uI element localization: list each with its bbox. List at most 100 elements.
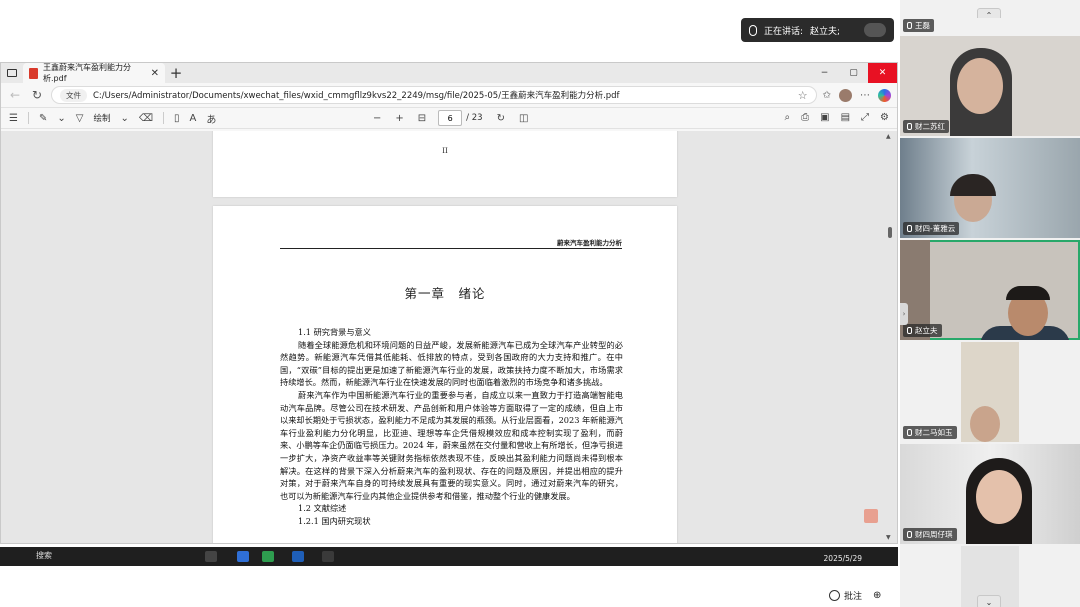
zoom-out-icon[interactable]: −: [373, 113, 381, 124]
screen: 正在讲话: 赵立夫; 王鑫蔚来汽车盈利能力分析.pdf ✕ + − ▢ ✕ ← …: [0, 0, 1080, 607]
close-window-button[interactable]: ✕: [868, 63, 897, 83]
address-bar[interactable]: 文件 C:/Users/Administrator/Documents/xwec…: [51, 86, 817, 104]
page-total: / 23: [466, 113, 483, 123]
pen-icon: [829, 590, 840, 601]
refresh-icon[interactable]: ↻: [29, 88, 45, 102]
profile-avatar[interactable]: [839, 88, 852, 102]
maximize-button[interactable]: ▢: [839, 63, 868, 83]
mic-icon: [907, 123, 912, 130]
save-icon[interactable]: ▣: [820, 112, 829, 123]
file-scheme-chip[interactable]: 文件: [60, 88, 87, 102]
chevron-down-icon[interactable]: ⌄: [57, 113, 65, 124]
tab-bar: 王鑫蔚来汽车盈利能力分析.pdf ✕ + − ▢ ✕: [1, 63, 897, 83]
fullscreen-icon[interactable]: ⤢: [861, 112, 869, 123]
mic-icon: [749, 24, 757, 36]
zoom-icon[interactable]: ⊕: [873, 590, 881, 601]
taskbar-app-icon[interactable]: [237, 551, 249, 562]
search-icon[interactable]: ⌕: [785, 112, 791, 123]
annotate-button[interactable]: 批注: [829, 589, 862, 602]
page-body: 1.1 研究背景与意义 随着全球能源危机和环境问题的日益严峻，发展新能源汽车已成…: [280, 326, 623, 528]
two-page-icon[interactable]: ◫: [519, 113, 528, 124]
page-navigator: − + ⊟ / 23 ↻ ◫: [373, 110, 528, 126]
taskbar-search[interactable]: 搜索: [36, 550, 52, 561]
window-controls: − ▢ ✕: [810, 63, 897, 83]
paragraph: 蔚来汽车作为中国新能源汽车行业的重要参与者，自成立以来一直致力于打造高端智能电动…: [280, 389, 623, 501]
divider: [27, 112, 29, 124]
scrollbar-thumb[interactable]: [888, 227, 892, 238]
new-tab-button[interactable]: +: [165, 64, 187, 82]
mic-icon: [907, 225, 912, 232]
collapse-panel-icon[interactable]: ›: [900, 303, 908, 325]
scroll-down-participants-button[interactable]: ⌄: [977, 595, 1001, 607]
taskbar-app-icon[interactable]: [292, 551, 304, 562]
minimize-button[interactable]: −: [810, 63, 839, 83]
settings-gear-icon[interactable]: ⚙: [880, 112, 889, 123]
divider: [163, 112, 164, 124]
speaking-label: 正在讲话:: [764, 26, 804, 37]
participant-tile[interactable]: 财二马如玉: [900, 342, 1080, 442]
save-as-icon[interactable]: ▤: [841, 112, 850, 123]
pdf-page-current: 蔚来汽车盈利能力分析 第一章 绪论 1.1 研究背景与意义 随着全球能源危机和环…: [213, 206, 677, 543]
eraser-icon[interactable]: ⌫: [139, 113, 153, 124]
participant-tile[interactable]: 财二苏红: [900, 36, 1080, 136]
page-number-roman: II: [442, 147, 448, 155]
taskbar-app-icon[interactable]: [262, 551, 274, 562]
pdf-toolbar: ☰ ✎ ⌄ ▽ 绘制 ⌄ ⌫ ▯ A あ − + ⊟ / 23 ↻ ◫ ⌕: [1, 107, 897, 129]
tab-pdf[interactable]: 王鑫蔚来汽车盈利能力分析.pdf ✕: [23, 63, 165, 83]
pdf-viewer[interactable]: II 蔚来汽车盈利能力分析 第一章 绪论 1.1 研究背景与意义 随着全球能源危…: [1, 131, 897, 543]
participant-hair: [1006, 286, 1050, 300]
participant-face: [957, 58, 1003, 114]
taskbar-date: 2025/5/29: [823, 554, 862, 563]
participant-name-label: 财二苏红: [903, 120, 949, 133]
pdf-assistant-icon[interactable]: [864, 509, 878, 523]
draw-icon[interactable]: ▽: [76, 113, 84, 124]
browser-window: 王鑫蔚来汽车盈利能力分析.pdf ✕ + − ▢ ✕ ← ↻ 文件 C:/Use…: [0, 62, 898, 544]
participant-name-label: 财二马如玉: [903, 426, 957, 439]
speaker-name: 赵立夫;: [810, 26, 841, 37]
scroll-down-icon[interactable]: ▼: [886, 534, 891, 541]
subsection-heading: 1.2.1 国内研究现状: [298, 515, 371, 526]
participant-face: [970, 406, 1000, 442]
participant-name-label: 赵立夫: [903, 324, 942, 337]
participant-name-label: 王磊: [903, 19, 934, 32]
translate-icon[interactable]: あ: [206, 111, 216, 126]
speaker-avatars-icon: [864, 23, 886, 37]
highlight-icon[interactable]: ✎: [39, 113, 47, 124]
url-text[interactable]: C:/Users/Administrator/Documents/xwechat…: [93, 89, 620, 101]
participant-tile[interactable]: 财四-董雅云: [900, 138, 1080, 238]
tab-actions-icon[interactable]: [1, 63, 23, 83]
contents-icon[interactable]: ☰: [9, 113, 18, 124]
back-arrow-icon[interactable]: ←: [7, 88, 23, 102]
participant-tile[interactable]: 财四周仔琪: [900, 444, 1080, 544]
taskbar-app-icon[interactable]: [205, 551, 217, 562]
participants-panel: ⌃ 王磊 财二苏红 财四-董雅云 赵立夫 › 财二马如玉 财四周仔琪 ⌄: [900, 0, 1080, 607]
participant-tile[interactable]: 王磊: [900, 18, 1080, 36]
more-menu-icon[interactable]: ⋯: [860, 90, 870, 101]
read-aloud-icon[interactable]: A: [190, 113, 197, 124]
zoom-in-icon[interactable]: +: [395, 113, 403, 124]
chapter-title: 第一章 绪论: [404, 286, 486, 301]
taskbar-app-icon[interactable]: [322, 551, 334, 562]
rotate-icon[interactable]: ↻: [497, 113, 505, 124]
tab-close-icon[interactable]: ✕: [151, 68, 159, 79]
participant-tile-active[interactable]: 赵立夫: [900, 240, 1080, 340]
fit-page-icon[interactable]: ⊟: [418, 113, 426, 124]
participant-face: [976, 470, 1022, 524]
page-view-icon[interactable]: ▯: [174, 113, 180, 124]
running-header: 蔚来汽车盈利能力分析: [280, 237, 622, 249]
draw-label[interactable]: 绘制: [93, 112, 110, 124]
print-icon[interactable]: ⎙: [801, 112, 809, 123]
page-number-input[interactable]: [438, 110, 463, 126]
scroll-up-icon[interactable]: ▲: [886, 133, 891, 140]
speaking-indicator: 正在讲话: 赵立夫;: [741, 18, 894, 42]
vertical-scrollbar[interactable]: ▲ ▼: [886, 133, 893, 541]
draw-chevron-icon[interactable]: ⌄: [120, 113, 128, 124]
paragraph: 随着全球能源危机和环境问题的日益严峻，发展新能源汽车已成为全球汽车产业转型的必然…: [280, 339, 623, 388]
favorite-star-icon[interactable]: ☆: [798, 89, 808, 102]
taskbar: 搜索 2025/5/29: [0, 547, 898, 566]
address-bar-row: ← ↻ 文件 C:/Users/Administrator/Documents/…: [1, 83, 897, 107]
copilot-icon[interactable]: [878, 88, 891, 102]
section-heading: 1.1 研究背景与意义: [298, 327, 371, 337]
section-heading: 1.2 文献综述: [298, 503, 347, 514]
favorites-icon[interactable]: ✩: [823, 90, 831, 101]
